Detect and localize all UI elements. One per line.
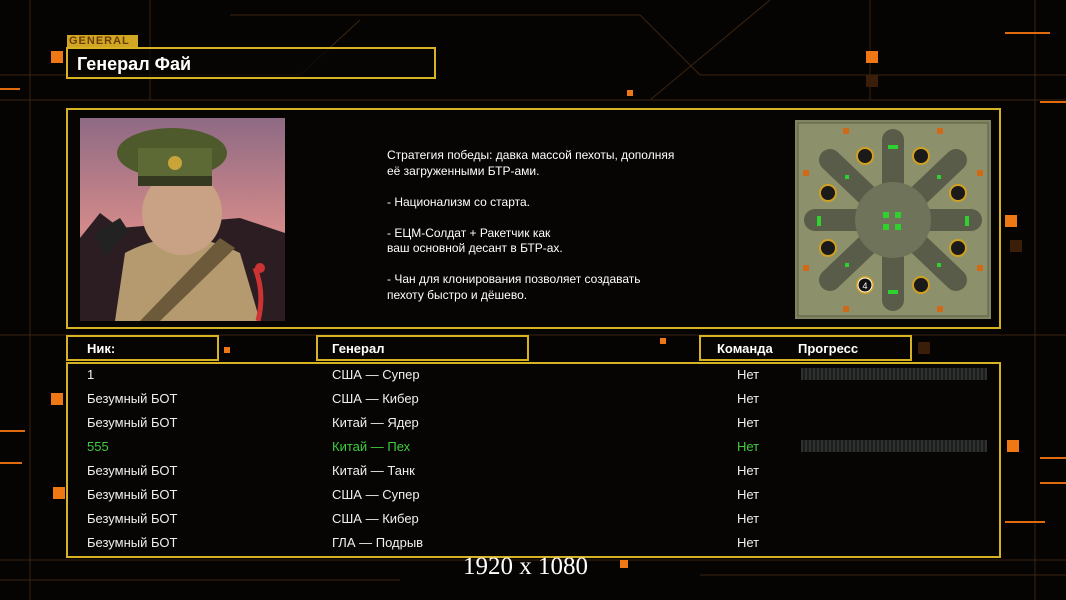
table-row[interactable]: Безумный БОТ Китай — Танк Нет	[68, 460, 999, 484]
player-team: Нет	[737, 415, 760, 430]
player-general: США — Супер	[332, 367, 420, 382]
column-header-team-label: Команда	[717, 341, 773, 356]
player-nick: Безумный БОТ	[87, 415, 178, 430]
player-nick: Безумный БОТ	[87, 463, 178, 478]
player-general: Китай — Танк	[332, 463, 415, 478]
player-team: Нет	[737, 463, 760, 478]
column-header-general-label: Генерал	[332, 341, 385, 356]
table-row[interactable]: 1 США — Супер Нет	[68, 364, 999, 388]
player-team: Нет	[737, 535, 760, 550]
table-row[interactable]: Безумный БОТ США — Кибер Нет	[68, 508, 999, 532]
table-row[interactable]: Безумный БОТ Китай — Ядер Нет	[68, 412, 999, 436]
resolution-caption: 1920 x 1080	[463, 553, 588, 580]
player-general: Китай — Ядер	[332, 415, 419, 430]
player-nick: 555	[87, 439, 109, 454]
player-team: Нет	[737, 487, 760, 502]
player-general: Китай — Пех	[332, 439, 411, 454]
player-table: 1 США — Супер Нет Безумный БОТ США — Кибер Не…	[66, 362, 1001, 558]
column-header-progress-label: Прогресс	[798, 341, 859, 356]
general-portrait-image	[80, 118, 285, 321]
column-header-general: Генерал	[316, 335, 529, 361]
player-nick: 1	[87, 367, 95, 382]
player-team: Нет	[737, 511, 760, 526]
general-title-panel: Генерал Фай	[66, 47, 436, 79]
general-info-panel: Стратегия победы: давка массой пехоты, д…	[66, 108, 1001, 329]
map-preview[interactable]: 4	[795, 120, 991, 319]
player-nick: Безумный БОТ	[87, 511, 178, 526]
player-team: Нет	[737, 439, 760, 454]
progress-bar	[801, 440, 987, 452]
table-row[interactable]: Безумный БОТ США — Кибер Нет	[68, 388, 999, 412]
player-team: Нет	[737, 391, 760, 406]
column-header-team-progress: Команда Прогресс	[699, 335, 912, 361]
player-nick: Безумный БОТ	[87, 535, 178, 550]
player-nick: Безумный БОТ	[87, 487, 178, 502]
map-start-number: 4	[862, 281, 867, 291]
player-general: США — Кибер	[332, 511, 419, 526]
player-general: ГЛА — Подрыв	[332, 535, 424, 550]
player-general: США — Супер	[332, 487, 420, 502]
progress-bar	[801, 368, 987, 380]
page-title: Генерал Фай	[77, 54, 192, 74]
player-team: Нет	[737, 367, 760, 382]
table-row[interactable]: 555 Китай — Пех Нет	[68, 436, 999, 460]
table-row[interactable]: Безумный БОТ США — Супер Нет	[68, 484, 999, 508]
player-general: США — Кибер	[332, 391, 419, 406]
column-header-nick-label: Ник:	[87, 341, 116, 356]
general-description: Стратегия победы: давка массой пехоты, д…	[387, 148, 675, 302]
column-header-nick: Ник:	[66, 335, 219, 361]
player-nick: Безумный БОТ	[87, 391, 178, 406]
